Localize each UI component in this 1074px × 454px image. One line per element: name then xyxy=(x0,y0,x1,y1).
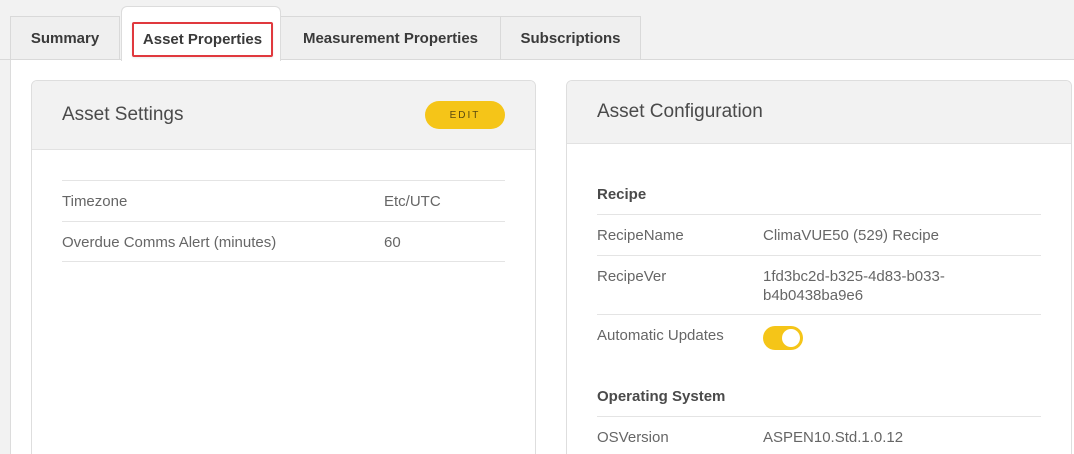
config-row-recipe-name: RecipeName ClimaVUE50 (529) Recipe xyxy=(597,214,1041,255)
recipe-ver-value-line2: b4b0438ba9e6 xyxy=(763,287,864,304)
tab-measurement-properties[interactable]: Measurement Properties xyxy=(280,16,501,60)
tab-subscriptions[interactable]: Subscriptions xyxy=(500,16,641,60)
edit-button[interactable]: EDIT xyxy=(425,101,505,129)
tab-highlight-box: Asset Properties xyxy=(132,22,273,57)
config-row-automatic-updates: Automatic Updates xyxy=(597,314,1041,374)
asset-configuration-title: Asset Configuration xyxy=(597,101,763,122)
toggle-knob xyxy=(782,329,800,347)
asset-settings-title: Asset Settings xyxy=(62,104,184,125)
tab-summary-label: Summary xyxy=(30,30,100,47)
asset-settings-card: Asset Settings EDIT Timezone Etc/UTC Ove… xyxy=(31,80,536,454)
config-row-os-version: OSVersion ASPEN10.Std.1.0.12 xyxy=(597,416,1041,454)
asset-settings-header: Asset Settings EDIT xyxy=(32,81,535,150)
timezone-value: Etc/UTC xyxy=(384,193,441,210)
setting-row-timezone: Timezone Etc/UTC xyxy=(62,180,505,221)
recipe-name-value: ClimaVUE50 (529) Recipe xyxy=(763,227,939,244)
tab-subscriptions-label: Subscriptions xyxy=(520,30,621,47)
tab-content: Asset Settings EDIT Timezone Etc/UTC Ove… xyxy=(10,60,1074,454)
tab-bar: Summary Measurement Properties Subscript… xyxy=(0,0,1074,61)
recipe-heading: Recipe xyxy=(597,186,647,203)
automatic-updates-toggle[interactable] xyxy=(763,326,803,350)
tab-measurement-properties-label: Measurement Properties xyxy=(302,30,479,47)
setting-row-overdue-comms: Overdue Comms Alert (minutes) 60 xyxy=(62,221,505,262)
operating-system-heading: Operating System xyxy=(597,388,726,405)
asset-configuration-card: Asset Configuration Recipe RecipeName Cl… xyxy=(566,80,1072,454)
tab-asset-properties[interactable]: Asset Properties xyxy=(121,6,281,61)
overdue-comms-label: Overdue Comms Alert (minutes) xyxy=(62,234,277,251)
timezone-label: Timezone xyxy=(62,193,128,210)
automatic-updates-label: Automatic Updates xyxy=(597,327,724,344)
tab-summary[interactable]: Summary xyxy=(10,16,120,60)
os-version-label: OSVersion xyxy=(597,429,669,446)
os-version-value: ASPEN10.Std.1.0.12 xyxy=(763,429,904,446)
overdue-comms-value: 60 xyxy=(384,234,401,251)
recipe-name-label: RecipeName xyxy=(597,227,684,244)
recipe-ver-label: RecipeVer xyxy=(597,268,667,285)
asset-configuration-header: Asset Configuration xyxy=(567,81,1071,144)
config-row-recipe-ver: RecipeVer 1fd3bc2d-b325-4d83-b033- b4b04… xyxy=(597,255,1041,314)
tab-asset-properties-label: Asset Properties xyxy=(142,31,263,48)
recipe-ver-value-line1: 1fd3bc2d-b325-4d83-b033- xyxy=(763,268,945,285)
